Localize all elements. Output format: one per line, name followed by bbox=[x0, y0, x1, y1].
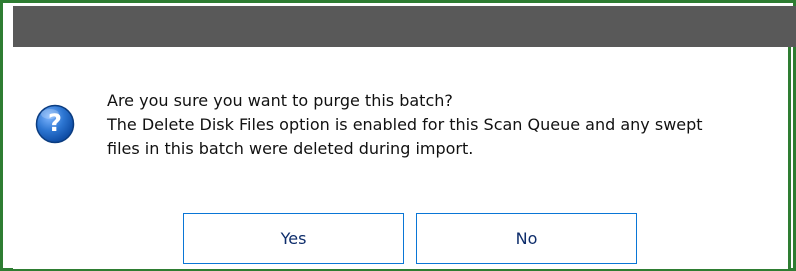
dialog-frame: ? Are you sure you want to purge this ba… bbox=[0, 0, 796, 271]
yes-button[interactable]: Yes bbox=[183, 213, 404, 264]
message-line-2: The Delete Disk Files option is enabled … bbox=[107, 115, 703, 134]
message-line-1: Are you sure you want to purge this batc… bbox=[107, 91, 453, 110]
message-line-3: files in this batch were deleted during … bbox=[107, 139, 474, 158]
question-icon: ? bbox=[35, 104, 75, 144]
dialog-titlebar[interactable] bbox=[13, 6, 796, 47]
svg-text:?: ? bbox=[48, 109, 62, 137]
dialog-message: Are you sure you want to purge this batc… bbox=[107, 89, 787, 161]
no-button[interactable]: No bbox=[416, 213, 637, 264]
right-accent-rule bbox=[788, 47, 791, 271]
dialog-content: ? Are you sure you want to purge this ba… bbox=[13, 47, 788, 269]
